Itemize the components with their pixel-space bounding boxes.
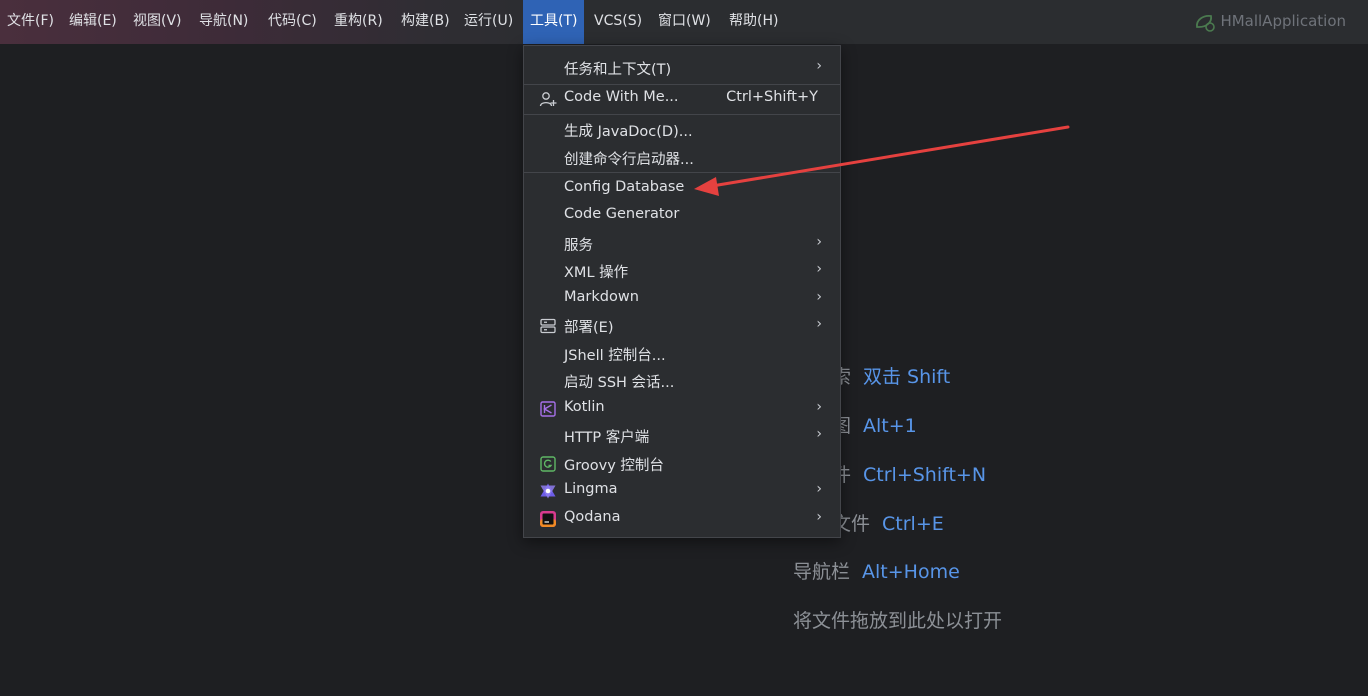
hint-navigation-bar-text: 导航栏 bbox=[793, 561, 851, 583]
menuitem-jshell-console[interactable]: JShell 控制台... bbox=[524, 340, 840, 367]
menu-tools[interactable]: 工具(T) bbox=[523, 0, 585, 44]
tools-dropdown-menu: 任务和上下文(T) › Code With Me... Ctrl+Shift+Y… bbox=[523, 45, 841, 538]
submenu-arrow-icon: › bbox=[816, 509, 822, 525]
qodana-icon bbox=[540, 511, 556, 527]
hint-project-view-key: Alt+1 bbox=[863, 415, 917, 437]
groovy-icon bbox=[540, 456, 556, 472]
menu-navigate[interactable]: 导航(N) bbox=[197, 0, 250, 44]
submenu-arrow-icon: › bbox=[816, 316, 822, 332]
menuitem-label: Groovy 控制台 bbox=[564, 458, 664, 474]
menuitem-label: Kotlin bbox=[564, 399, 605, 415]
hint-navigation-bar: 导航栏 Alt+Home bbox=[793, 557, 960, 584]
menuitem-tasks-contexts[interactable]: 任务和上下文(T) › bbox=[524, 54, 840, 81]
menuitem-xml-actions[interactable]: XML 操作 › bbox=[524, 257, 840, 284]
menuitem-label: Code With Me... bbox=[564, 89, 679, 105]
menuitem-code-generator[interactable]: Code Generator bbox=[524, 202, 840, 229]
submenu-arrow-icon: › bbox=[816, 234, 822, 250]
menuitem-label: Config Database bbox=[564, 179, 685, 195]
menu-vcs[interactable]: VCS(S) bbox=[592, 0, 644, 44]
main-menu-bar: 文件(F) 编辑(E) 视图(V) 导航(N) 代码(C) 重构(R) 构建(B… bbox=[0, 0, 1368, 45]
menuitem-start-ssh-session[interactable]: 启动 SSH 会话... bbox=[524, 367, 840, 394]
menuitem-groovy-console[interactable]: Groovy 控制台 bbox=[524, 450, 840, 477]
menuitem-create-cli-launcher[interactable]: 创建命令行启动器... bbox=[524, 144, 840, 171]
menuitem-lingma[interactable]: Lingma › bbox=[524, 477, 840, 504]
run-configuration-label: HMallApplication bbox=[1220, 12, 1346, 30]
spring-app-icon bbox=[1196, 14, 1216, 32]
menuitem-label: 启动 SSH 会话... bbox=[564, 375, 675, 391]
menuitem-deployment[interactable]: 部署(E) › bbox=[524, 312, 840, 339]
menuitem-qodana[interactable]: Qodana › bbox=[524, 505, 840, 532]
hint-goto-file-key: Ctrl+Shift+N bbox=[863, 464, 987, 486]
menu-refactor[interactable]: 重构(R) bbox=[332, 0, 385, 44]
menu-edit[interactable]: 编辑(E) bbox=[67, 0, 119, 44]
menuitem-code-with-me[interactable]: Code With Me... Ctrl+Shift+Y bbox=[524, 85, 840, 112]
menuitem-shortcut: Ctrl+Shift+Y bbox=[726, 89, 818, 105]
menu-view[interactable]: 视图(V) bbox=[131, 0, 184, 44]
menuitem-label: Code Generator bbox=[564, 206, 680, 222]
menuitem-label: JShell 控制台... bbox=[564, 348, 666, 364]
menuitem-label: Lingma bbox=[564, 481, 618, 497]
menu-window[interactable]: 窗口(W) bbox=[656, 0, 713, 44]
hint-drop-files: 将文件拖放到此处以打开 bbox=[793, 606, 1002, 633]
menu-separator bbox=[524, 114, 840, 115]
submenu-arrow-icon: › bbox=[816, 399, 822, 415]
menuitem-label: 生成 JavaDoc(D)... bbox=[564, 124, 693, 140]
menuitem-config-database[interactable]: Config Database bbox=[524, 175, 840, 202]
hint-search-key: 双击 Shift bbox=[863, 366, 951, 388]
menuitem-label: 任务和上下文(T) bbox=[564, 62, 672, 78]
hint-navigation-bar-key: Alt+Home bbox=[862, 561, 960, 583]
kotlin-icon bbox=[540, 401, 556, 417]
menuitem-label: 创建命令行启动器... bbox=[564, 152, 694, 168]
menu-code[interactable]: 代码(C) bbox=[266, 0, 319, 44]
menuitem-label: 服务 bbox=[564, 238, 593, 254]
menu-separator bbox=[524, 172, 840, 173]
lingma-icon bbox=[540, 483, 556, 499]
submenu-arrow-icon: › bbox=[816, 58, 822, 74]
menu-run[interactable]: 运行(U) bbox=[462, 0, 515, 44]
menuitem-services[interactable]: 服务 › bbox=[524, 230, 840, 257]
menuitem-generate-javadoc[interactable]: 生成 JavaDoc(D)... bbox=[524, 116, 840, 143]
server-icon bbox=[540, 318, 556, 334]
menuitem-kotlin[interactable]: Kotlin › bbox=[524, 395, 840, 422]
menuitem-markdown[interactable]: Markdown › bbox=[524, 285, 840, 312]
menu-help[interactable]: 帮助(H) bbox=[727, 0, 780, 44]
menu-file[interactable]: 文件(F) bbox=[5, 0, 56, 44]
menuitem-label: 部署(E) bbox=[564, 320, 614, 336]
run-configuration-selector[interactable]: HMallApplication bbox=[1194, 0, 1346, 44]
submenu-arrow-icon: › bbox=[816, 261, 822, 277]
menuitem-http-client[interactable]: HTTP 客户端 › bbox=[524, 422, 840, 449]
submenu-arrow-icon: › bbox=[816, 426, 822, 442]
submenu-arrow-icon: › bbox=[816, 481, 822, 497]
hint-drop-files-text: 将文件拖放到此处以打开 bbox=[793, 610, 1003, 632]
menuitem-label: HTTP 客户端 bbox=[564, 430, 650, 446]
menuitem-label: Qodana bbox=[564, 509, 621, 525]
menuitem-label: XML 操作 bbox=[564, 265, 629, 281]
menuitem-label: Markdown bbox=[564, 289, 639, 305]
menu-build[interactable]: 构建(B) bbox=[399, 0, 452, 44]
submenu-arrow-icon: › bbox=[816, 289, 822, 305]
hint-recent-files-key: Ctrl+E bbox=[882, 513, 944, 535]
add-user-icon bbox=[539, 92, 557, 107]
